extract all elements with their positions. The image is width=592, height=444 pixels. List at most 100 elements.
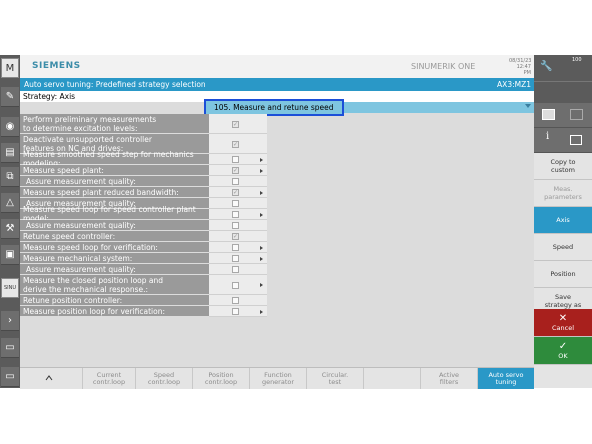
step-checkbox[interactable] <box>232 211 239 218</box>
step-checkbox[interactable] <box>232 308 239 315</box>
table-row: Assure measurement quality: <box>20 220 270 231</box>
position-label: Position <box>550 270 576 278</box>
step-label-line1: Retune speed controller: <box>23 231 116 241</box>
program-manager-icon[interactable]: ⧉ <box>1 167 19 187</box>
step-checkbox[interactable] <box>232 266 239 273</box>
step-label-line1: Assure measurement quality: <box>26 220 136 230</box>
cancel-button[interactable]: ✕ Cancel <box>534 309 592 337</box>
table-row: Measure the closed position loop and deri… <box>20 275 270 295</box>
step-checkbox[interactable]: ✓ <box>232 233 239 240</box>
step-label-line1: Measure speed plant reduced bandwidth: <box>23 187 179 197</box>
softkey-line2: filters <box>439 377 459 386</box>
softkey-current-contr-loop[interactable]: Current contr.loop <box>82 368 135 389</box>
header-bar: SIEMENS SINUMERIK ONE 08/31/23 12:47 PM <box>20 55 534 79</box>
step-checkbox[interactable] <box>232 297 239 304</box>
datetime: 08/31/23 12:47 PM <box>509 58 531 76</box>
step-label: Measure speed plant reduced bandwidth: <box>20 187 209 198</box>
meas-parameters-button[interactable]: Meas. parameters <box>534 180 592 207</box>
step-details-arrow-icon[interactable] <box>260 283 263 287</box>
softkey-empty[interactable] <box>363 368 420 389</box>
softkey-line2: tuning <box>495 377 517 386</box>
table-row: Perform preliminary measurements to deter… <box>20 114 270 134</box>
step-details-arrow-icon[interactable] <box>260 309 263 314</box>
window-icon[interactable] <box>542 109 555 120</box>
chevron-up-icon[interactable] <box>45 374 53 382</box>
softkey-function-generator[interactable]: Function generator <box>249 368 306 389</box>
step-checkbox[interactable]: ✓ <box>232 167 239 174</box>
step-details-arrow-icon[interactable] <box>260 245 263 250</box>
step-label: Measure position loop for verification: <box>20 306 209 317</box>
step-checkbox[interactable] <box>232 156 239 163</box>
copy-to-custom-button[interactable]: Copy to custom <box>534 153 592 180</box>
step-checkbox[interactable]: ✓ <box>232 140 239 148</box>
step-checkbox[interactable] <box>232 222 239 229</box>
table-row: Retune speed controller: ✓ <box>20 231 270 242</box>
step-details-arrow-icon[interactable] <box>260 157 263 162</box>
setup-icon[interactable]: ⚒ <box>1 219 19 239</box>
step-details-arrow-icon[interactable] <box>260 256 263 261</box>
sinumerik-integrate-label: SINU <box>3 285 17 291</box>
table-row: Assure measurement quality: <box>20 264 270 275</box>
speed-label: Speed <box>552 243 574 251</box>
softkey-line2: test <box>328 377 342 386</box>
table-row: Measure speed loop for verification: <box>20 242 270 253</box>
sinumerik-integrate-button[interactable]: SINU <box>1 278 19 298</box>
meas-parameters-label: Meas. parameters <box>544 185 582 201</box>
step-label-line1: Measure speed plant: <box>23 165 104 175</box>
program-icon[interactable]: ▤ <box>1 143 19 163</box>
expand-arrow-icon[interactable]: › <box>1 311 19 331</box>
ok-button[interactable]: ✓ OK <box>534 337 592 365</box>
step-details-arrow-icon[interactable] <box>260 168 263 173</box>
table-row: Assure measurement quality: <box>20 176 270 187</box>
diagnostics-icon[interactable]: △ <box>1 193 19 213</box>
divider <box>534 81 592 82</box>
step-label: Measure mechanical system: <box>20 253 209 264</box>
strategy-steps-table: Perform preliminary measurements to deter… <box>20 114 534 317</box>
table-row: Measure mechanical system: <box>20 253 270 264</box>
step-label: Measure speed loop for speed controller … <box>20 205 209 223</box>
axis-button[interactable]: Axis <box>534 207 592 234</box>
table-row: Measure smoothed speed step for mechanic… <box>20 150 270 168</box>
edit-icon[interactable]: ✎ <box>1 87 19 107</box>
step-checkbox[interactable] <box>232 200 239 207</box>
position-button[interactable]: Position <box>534 261 592 288</box>
step-label: Retune position controller: <box>20 295 209 306</box>
dropdown-arrow-icon[interactable] <box>525 104 531 108</box>
memory-icon[interactable] <box>570 109 583 120</box>
step-label: Assure measurement quality: <box>20 176 209 187</box>
step-label: Measure smoothed speed step for mechanic… <box>20 150 209 168</box>
step-checkbox[interactable] <box>232 255 239 262</box>
step-details-arrow-icon[interactable] <box>260 190 263 195</box>
step-details-arrow-icon[interactable] <box>260 212 263 217</box>
vertical-softkey-bar: 🔧 100 i Copy to custom Meas. parameters … <box>534 55 592 388</box>
page-title: Auto servo tuning: Predefined strategy s… <box>24 80 206 89</box>
step-checkbox[interactable]: ✓ <box>232 189 239 196</box>
info-icon[interactable]: i <box>546 132 549 142</box>
siemens-logo: SIEMENS <box>32 61 81 71</box>
camera-icon[interactable] <box>570 135 582 145</box>
step-label-line1: Retune position controller: <box>23 295 123 305</box>
window-icon[interactable]: ▭ <box>1 338 19 358</box>
step-checkbox[interactable]: ✓ <box>232 120 239 128</box>
softkey-line2: generator <box>261 377 295 386</box>
softkey-position-contr-loop[interactable]: Position contr.loop <box>192 368 249 389</box>
step-label: Assure measurement quality: <box>20 264 209 275</box>
copy-to-custom-label: Copy to custom <box>550 158 576 174</box>
wrench-icon[interactable]: 🔧 <box>540 61 558 73</box>
softkey-circular-test[interactable]: Circular. test <box>306 368 363 389</box>
speed-button[interactable]: Speed <box>534 234 592 261</box>
softkey-active-filters[interactable]: Active filters <box>420 368 477 389</box>
softkey-auto-servo-tuning[interactable]: Auto servo tuning <box>477 368 534 389</box>
softkey-speed-contr-loop[interactable]: Speed contr.loop <box>135 368 192 389</box>
cancel-label: Cancel <box>551 324 575 332</box>
menu-icon[interactable]: ▭ <box>1 367 19 387</box>
parameter-icon[interactable]: ◉ <box>1 117 19 137</box>
step-label: Measure speed plant: <box>20 165 209 176</box>
step-checkbox[interactable] <box>232 244 239 251</box>
step-checkbox[interactable] <box>232 178 239 185</box>
step-label-line1: Measure mechanical system: <box>23 253 133 263</box>
step-checkbox[interactable] <box>232 281 239 289</box>
camera-icon[interactable]: ▣ <box>1 245 19 265</box>
step-label: Measure speed loop for verification: <box>20 242 209 253</box>
machine-area-button[interactable]: M <box>1 58 19 78</box>
